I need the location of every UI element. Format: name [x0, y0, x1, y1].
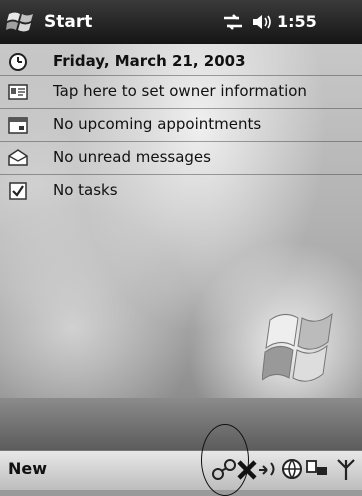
- start-menu-label[interactable]: Start: [44, 12, 92, 32]
- new-button[interactable]: New: [8, 459, 47, 478]
- messages-text: No unread messages: [53, 148, 211, 166]
- today-screen: Friday, March 21, 2003 Tap here to set o…: [0, 44, 362, 450]
- date-text: Friday, March 21, 2003: [53, 52, 246, 70]
- tasks-text: No tasks: [53, 181, 118, 199]
- messages-row[interactable]: No unread messages: [0, 142, 362, 174]
- calendar-icon: [8, 117, 28, 134]
- tasks-row[interactable]: No tasks: [0, 175, 362, 207]
- speaker-icon[interactable]: [251, 13, 273, 31]
- title-bar: Start 1:55: [0, 0, 362, 44]
- device-icon[interactable]: [305, 456, 329, 482]
- date-row[interactable]: Friday, March 21, 2003: [0, 46, 362, 78]
- appointments-text: No upcoming appointments: [53, 115, 262, 133]
- annotation-circle: [201, 424, 249, 496]
- owner-text: Tap here to set owner information: [53, 82, 307, 100]
- connectivity-icon[interactable]: [222, 13, 244, 31]
- antenna-icon[interactable]: [335, 456, 357, 482]
- owner-row[interactable]: Tap here to set owner information: [0, 76, 362, 108]
- windows-start-icon[interactable]: [6, 8, 36, 36]
- clock[interactable]: 1:55: [277, 12, 317, 31]
- wallpaper-ground: [0, 398, 362, 450]
- windows-flag-wallpaper-icon: [262, 312, 333, 382]
- task-checkbox-icon: [9, 182, 27, 200]
- globe-icon[interactable]: [280, 456, 304, 482]
- appointments-row[interactable]: No upcoming appointments: [0, 109, 362, 141]
- envelope-icon: [8, 149, 28, 166]
- network-icon[interactable]: [257, 456, 279, 482]
- owner-card-icon: [8, 84, 28, 100]
- clock-icon: [9, 53, 27, 71]
- menu-bar: New: [0, 450, 362, 490]
